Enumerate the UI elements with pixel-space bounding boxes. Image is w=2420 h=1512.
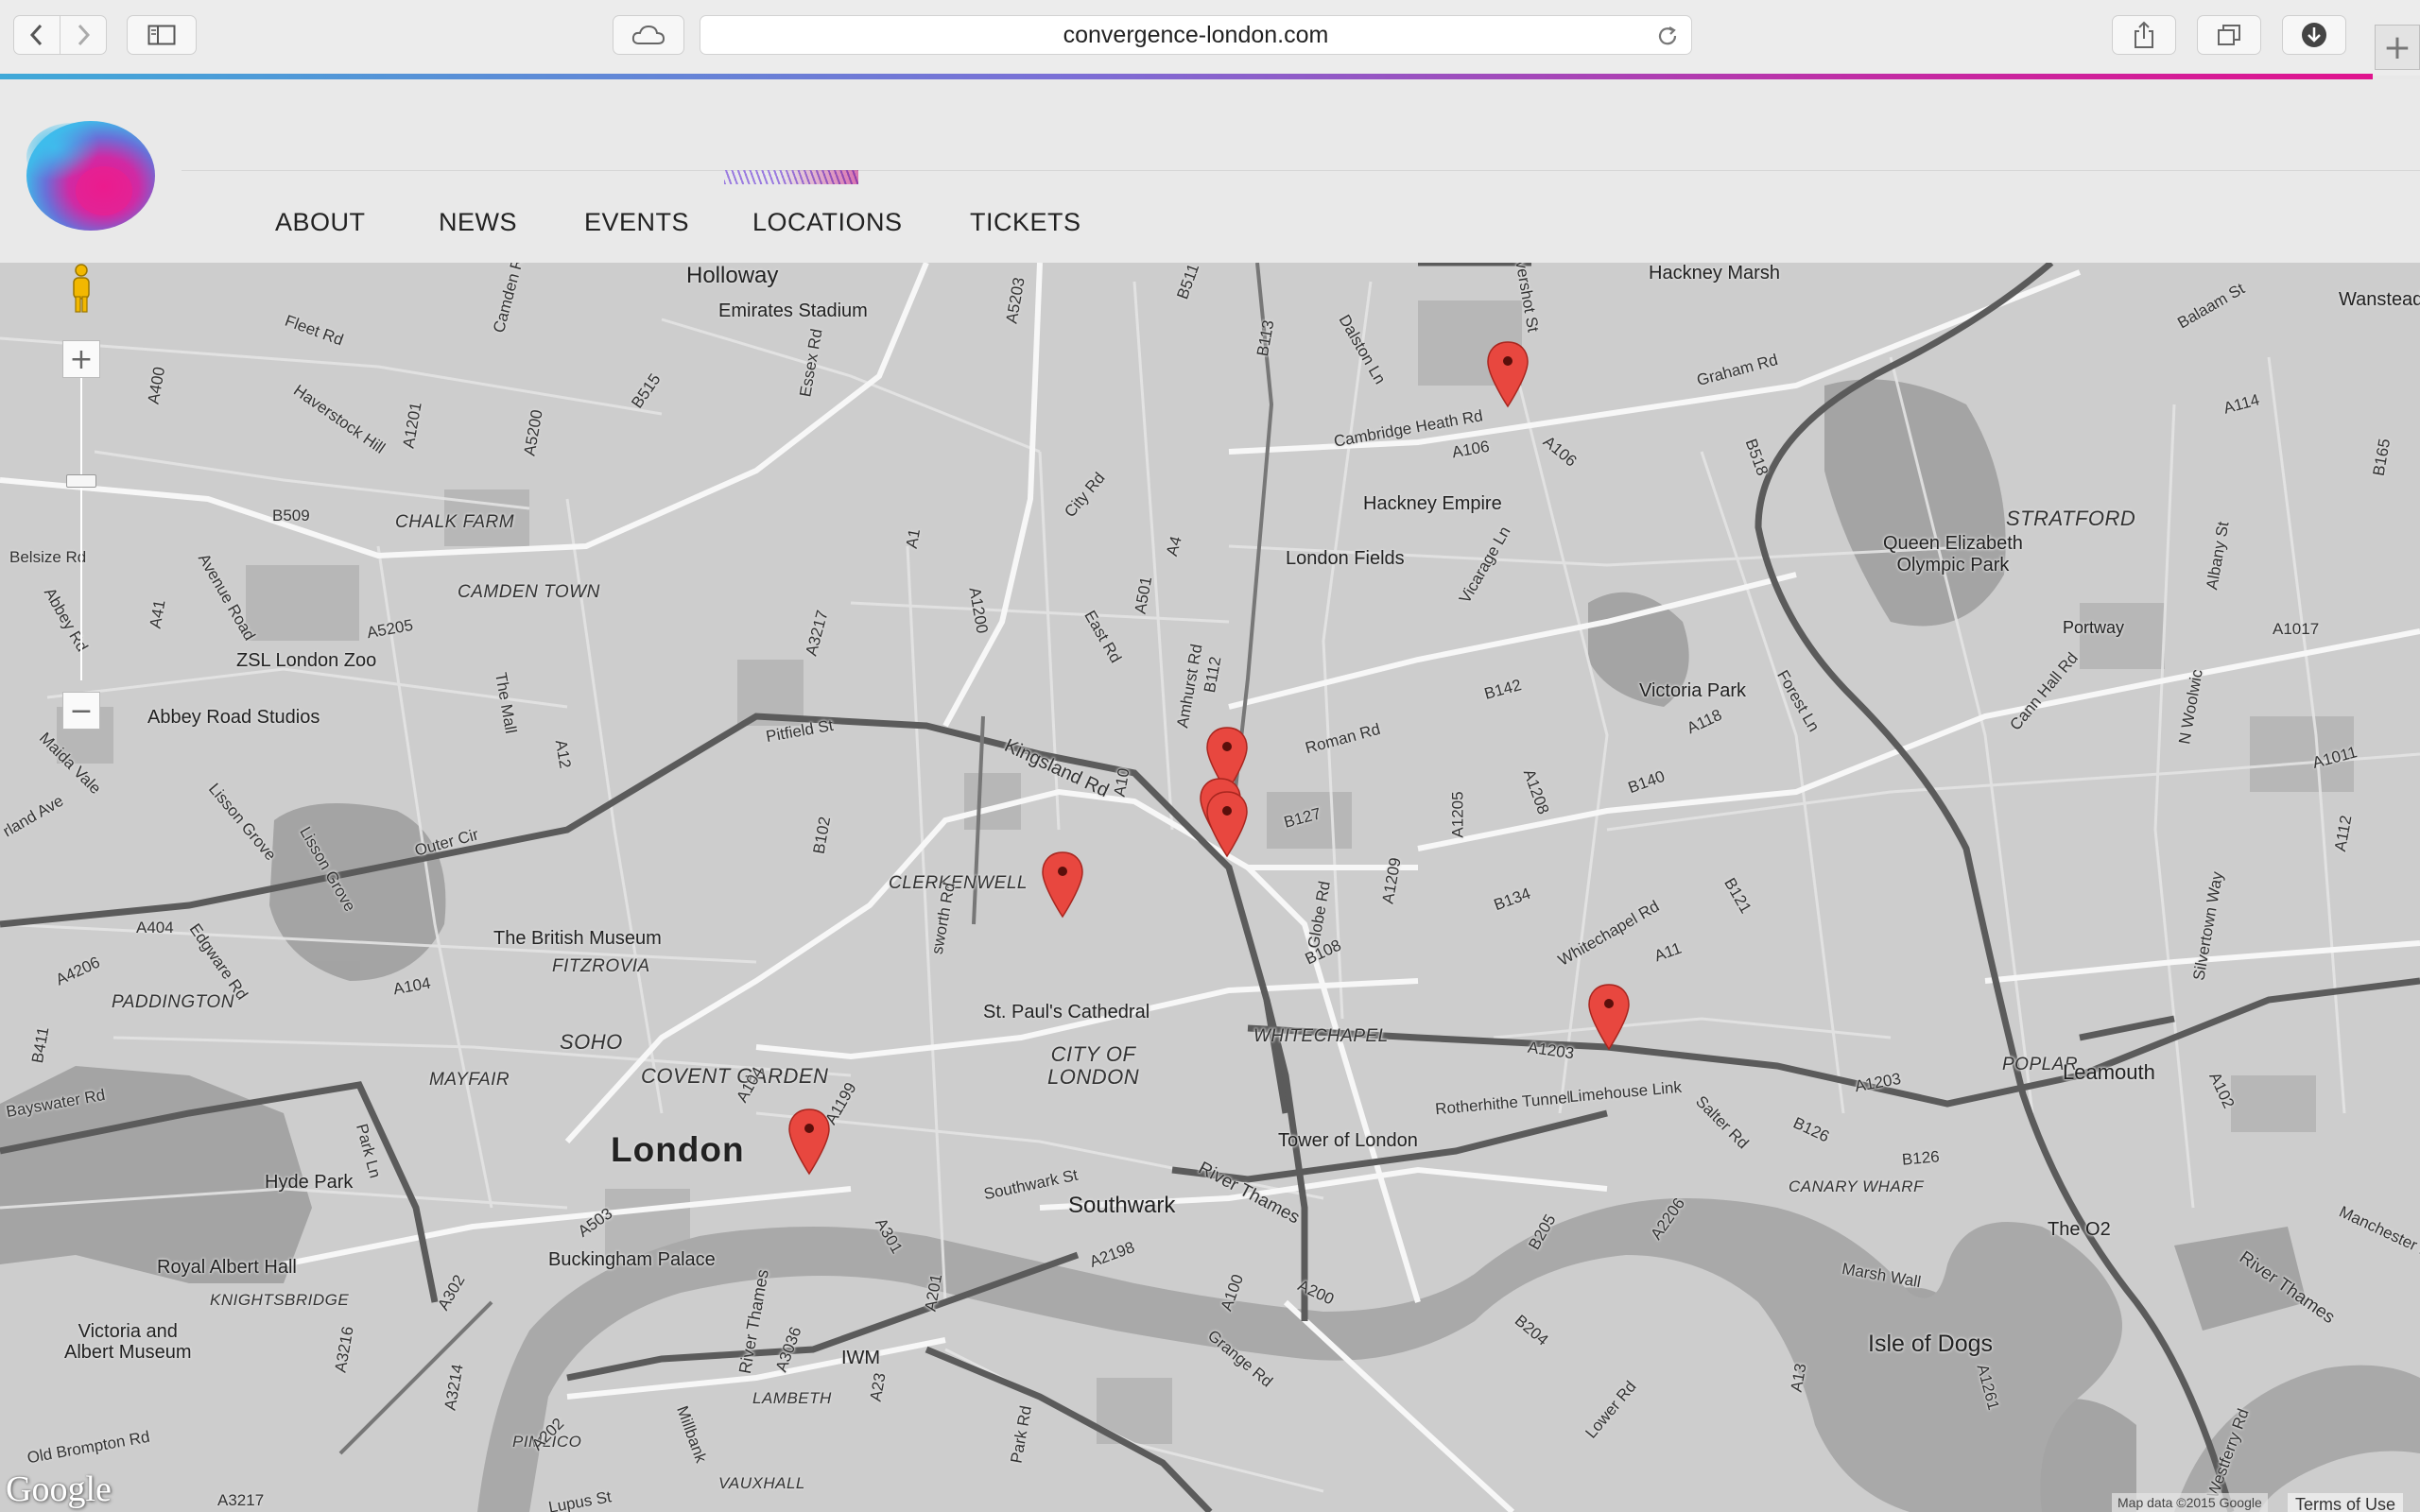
nav-events[interactable]: EVENTS (584, 208, 689, 237)
label-victoria-park: Victoria Park (1639, 680, 1747, 701)
locations-map[interactable]: Holloway Emirates Stadium Hackney Marsh … (0, 263, 2420, 1512)
label-st-pauls: St. Paul's Cathedral (983, 1002, 1150, 1022)
label-buckingham: Buckingham Palace (548, 1249, 716, 1270)
label-canary-wharf: CANARY WHARF (1789, 1177, 1924, 1195)
chevron-right-icon (78, 24, 91, 46)
sidebar-icon (147, 25, 176, 45)
zoom-out-button[interactable]: − (62, 692, 100, 730)
road-label: A1205 (1448, 791, 1467, 838)
terms-of-use-link[interactable]: Terms of Use (2288, 1493, 2404, 1512)
road-label: A3217 (217, 1491, 265, 1509)
label-hackney-empire: Hackney Empire (1363, 493, 1502, 514)
tabs-overview-button[interactable] (2197, 15, 2261, 55)
browser-toolbar: convergence-london.com + (0, 0, 2420, 79)
label-mayfair: MAYFAIR (429, 1070, 510, 1090)
label-abbey-road: Abbey Road Studios (147, 707, 320, 728)
zoom-control: + − (62, 340, 100, 730)
location-pin[interactable] (1041, 850, 1084, 919)
header-divider (182, 170, 2420, 171)
nav-locations[interactable]: LOCATIONS (752, 208, 903, 237)
reload-icon[interactable] (1655, 24, 1680, 48)
label-vauxhall: VAUXHALL (718, 1474, 805, 1492)
label-iwm: IWM (841, 1348, 881, 1368)
label-soho: SOHO (560, 1030, 623, 1054)
label-city-of-london: CITY OF LONDON (1047, 1042, 1140, 1089)
label-covent-garden: COVENT GARDEN (641, 1064, 829, 1088)
google-logo[interactable]: Google (6, 1469, 112, 1510)
forward-button[interactable] (60, 15, 107, 55)
new-tab-button[interactable]: + (2375, 25, 2420, 70)
minus-icon: − (69, 694, 94, 728)
road-label: B126 (1901, 1147, 1941, 1169)
site-logo[interactable] (23, 113, 157, 236)
label-wanstead: Wanstead Fla (2339, 289, 2420, 310)
label-stratford: STRATFORD (2006, 507, 2136, 530)
label-london-fields: London Fields (1286, 548, 1405, 569)
street-view-pegman-icon[interactable] (62, 263, 100, 316)
downloads-button[interactable] (2282, 15, 2346, 55)
plus-icon: + (2382, 27, 2412, 67)
label-portway: Portway (2063, 618, 2125, 637)
label-va-museum: Victoria and Albert Museum (64, 1321, 192, 1363)
label-emirates: Emirates Stadium (718, 301, 868, 321)
nav-about[interactable]: ABOUT (275, 208, 366, 237)
label-royal-albert: Royal Albert Hall (157, 1257, 297, 1278)
label-hackney-marsh: Hackney Marsh (1649, 263, 1780, 284)
zoom-in-button[interactable]: + (62, 340, 100, 378)
download-icon (2302, 23, 2326, 47)
road-label: A1 (902, 527, 925, 550)
sidebar-button[interactable] (127, 15, 197, 55)
road-label: B509 (272, 507, 310, 524)
label-whitechapel: WHITECHAPEL (1253, 1026, 1389, 1046)
label-zsl: ZSL London Zoo (236, 650, 377, 671)
tabs-icon (2218, 25, 2240, 45)
cloud-icon (631, 25, 666, 44)
chevron-left-icon (29, 24, 43, 46)
plus-icon: + (69, 342, 94, 376)
icloud-tabs-button[interactable] (613, 15, 684, 55)
share-button[interactable] (2112, 15, 2176, 55)
label-the-o2: The O2 (2048, 1219, 2111, 1240)
label-tower: Tower of London (1278, 1130, 1418, 1151)
back-button[interactable] (13, 15, 60, 55)
label-chalk-farm: CHALK FARM (395, 512, 515, 532)
label-lambeth: LAMBETH (752, 1389, 832, 1407)
map-attribution: Map data ©2015 Google (2112, 1493, 2268, 1512)
location-pin[interactable] (1587, 983, 1631, 1051)
label-london: London (611, 1130, 745, 1169)
label-paddington: PADDINGTON (112, 992, 234, 1012)
nav-tickets[interactable]: TICKETS (970, 208, 1081, 237)
zoom-slider-thumb[interactable] (66, 474, 96, 488)
map-base-graphic (0, 263, 2420, 1512)
url-text: convergence-london.com (1063, 21, 1329, 48)
label-fitzrovia: FITZROVIA (552, 956, 650, 976)
label-qeop: Queen Elizabeth Olympic Park (1883, 533, 2023, 576)
road-label: A404 (136, 919, 174, 936)
site-header: ABOUT NEWS EVENTS LOCATIONS TICKETS (0, 79, 2420, 263)
label-british-museum: The British Museum (493, 928, 662, 949)
location-pin[interactable] (787, 1108, 831, 1176)
label-camden-town: CAMDEN TOWN (458, 582, 600, 602)
share-icon (2135, 21, 2153, 48)
active-nav-indicator-tint (724, 170, 858, 184)
location-pin[interactable] (1486, 340, 1530, 408)
label-leamouth: Leamouth (2063, 1060, 2155, 1084)
label-southwark: Southwark (1068, 1193, 1176, 1218)
label-isle-of-dogs: Isle of Dogs (1868, 1331, 1994, 1357)
label-holloway: Holloway (686, 263, 779, 288)
address-bar[interactable]: convergence-london.com (700, 15, 1692, 55)
label-hyde-park: Hyde Park (265, 1172, 354, 1193)
zoom-slider-track[interactable] (80, 378, 82, 680)
label-knightsbridge: KNIGHTSBRIDGE (210, 1291, 350, 1309)
location-pin[interactable] (1205, 790, 1249, 858)
nav-news[interactable]: NEWS (439, 208, 517, 237)
road-label: A1017 (2273, 620, 2320, 638)
